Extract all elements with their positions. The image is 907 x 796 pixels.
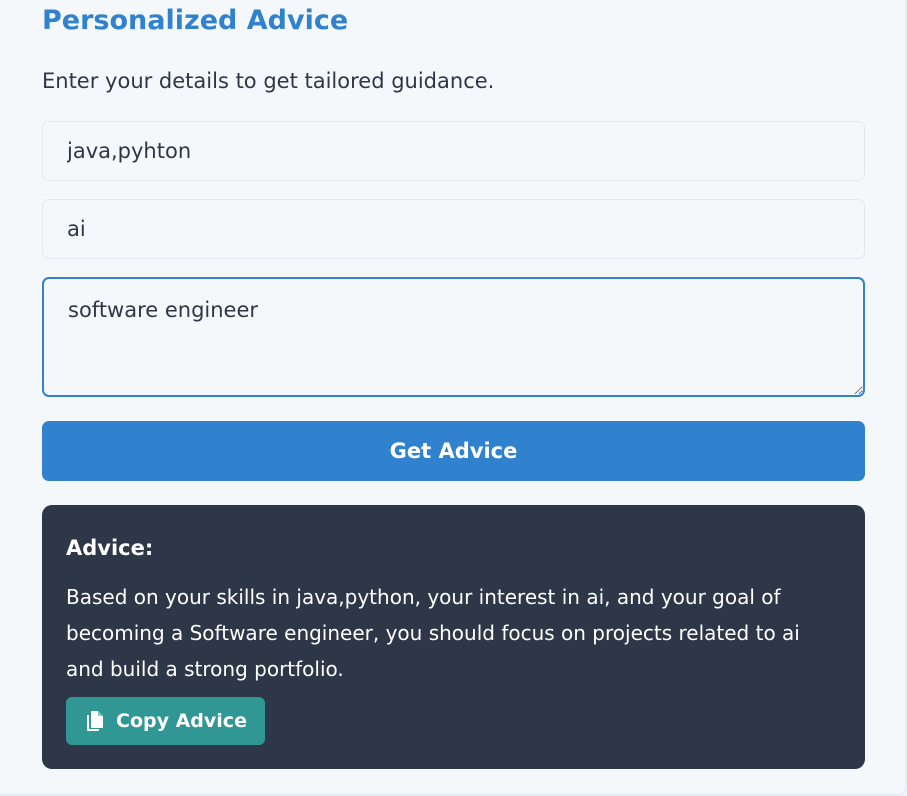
copy-icon [84, 710, 106, 732]
advice-text: Based on your skills in java,python, you… [66, 585, 800, 681]
page-title: Personalized Advice [42, 5, 349, 36]
skills-input[interactable] [42, 121, 865, 181]
interests-input[interactable] [42, 199, 865, 259]
advice-card: Personalized Advice Enter your details t… [0, 0, 907, 796]
goal-textarea[interactable]: software engineer [42, 277, 865, 397]
advice-result-box: Advice: Based on your skills in java,pyt… [42, 505, 865, 769]
copy-advice-label: Copy Advice [116, 710, 247, 732]
get-advice-button[interactable]: Get Advice [42, 421, 865, 481]
copy-advice-button[interactable]: Copy Advice [66, 697, 265, 745]
advice-heading: Advice: [66, 536, 154, 560]
page-subtitle: Enter your details to get tailored guida… [42, 69, 495, 93]
